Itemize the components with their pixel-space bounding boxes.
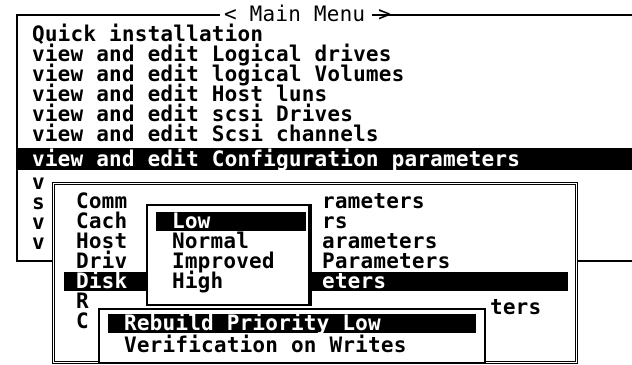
- priority-option-high[interactable]: High: [172, 271, 223, 292]
- verification-on-writes-item[interactable]: Verification on Writes: [124, 335, 407, 356]
- config-submenu-item-left[interactable]: C: [76, 311, 89, 332]
- config-submenu-item-right-selected[interactable]: eters: [310, 271, 568, 292]
- main-menu-frame-top-left: [16, 14, 220, 16]
- main-menu-frame-bottom-left: [16, 260, 56, 262]
- rebuild-priority-item[interactable]: Rebuild Priority Low: [108, 313, 476, 334]
- menu-item-configuration-parameters[interactable]: view and edit Configuration parameters: [16, 148, 632, 170]
- main-menu-partial-item: v: [32, 230, 45, 254]
- config-submenu-item-right[interactable]: ters: [490, 297, 541, 318]
- main-menu-frame-top-right: [372, 14, 632, 16]
- main-menu-frame-bottom-right: [572, 260, 632, 262]
- main-menu-frame-left: [16, 14, 18, 262]
- terminal-screen: < Main Menu > Quick installation view an…: [0, 0, 632, 365]
- menu-item-scsi-channels[interactable]: view and edit Scsi channels: [32, 124, 379, 145]
